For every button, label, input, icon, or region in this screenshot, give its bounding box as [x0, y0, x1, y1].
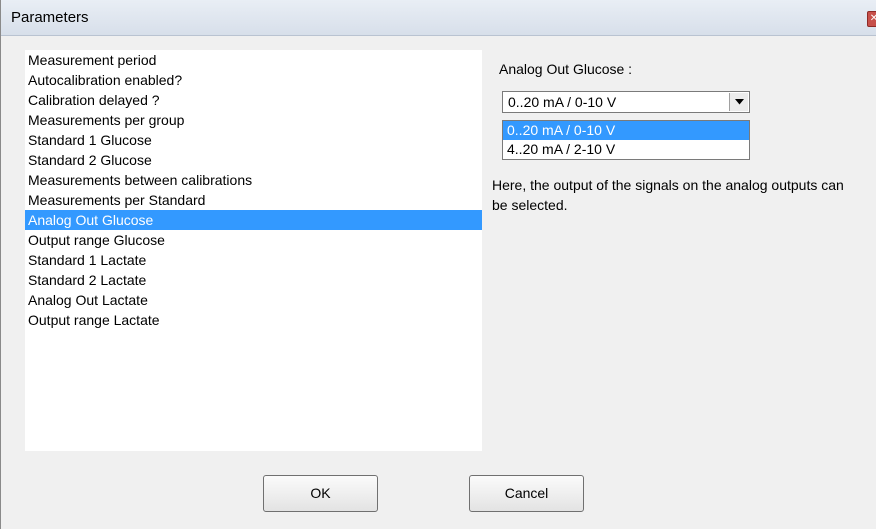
- list-item[interactable]: Standard 1 Glucose: [25, 130, 482, 150]
- list-item[interactable]: Measurements per Standard: [25, 190, 482, 210]
- list-item[interactable]: Standard 2 Glucose: [25, 150, 482, 170]
- list-item[interactable]: Output range Glucose: [25, 230, 482, 250]
- window-title: Parameters: [11, 9, 89, 26]
- combobox-value: 0..20 mA / 0-10 V: [508, 94, 617, 110]
- parameters-dialog: Parameters ✕ Measurement period Autocalib…: [0, 0, 876, 529]
- field-label: Analog Out Glucose :: [499, 61, 633, 77]
- dropdown-list[interactable]: 0..20 mA / 0-10 V 4..20 mA / 2-10 V: [502, 120, 750, 160]
- analog-out-combobox[interactable]: 0..20 mA / 0-10 V: [502, 91, 750, 113]
- cancel-button[interactable]: Cancel: [469, 475, 584, 512]
- parameter-list[interactable]: Measurement period Autocalibration enable…: [25, 50, 482, 451]
- ok-button[interactable]: OK: [263, 475, 378, 512]
- title-bar[interactable]: Parameters ✕: [1, 0, 876, 36]
- dropdown-option[interactable]: 0..20 mA / 0-10 V: [503, 121, 749, 140]
- list-item[interactable]: Output range Lactate: [25, 310, 482, 330]
- list-item[interactable]: Standard 1 Lactate: [25, 250, 482, 270]
- help-text: Here, the output of the signals on the a…: [492, 177, 844, 213]
- dropdown-arrow-button[interactable]: [729, 93, 748, 111]
- list-item[interactable]: Analog Out Glucose: [25, 210, 482, 230]
- list-item[interactable]: Measurement period: [25, 50, 482, 70]
- list-item[interactable]: Analog Out Lactate: [25, 290, 482, 310]
- chevron-down-icon: [735, 99, 744, 105]
- dropdown-option[interactable]: 4..20 mA / 2-10 V: [503, 140, 749, 159]
- list-item[interactable]: Standard 2 Lactate: [25, 270, 482, 290]
- list-item[interactable]: Calibration delayed ?: [25, 90, 482, 110]
- list-item[interactable]: Measurements between calibrations: [25, 170, 482, 190]
- close-icon[interactable]: ✕: [867, 11, 876, 27]
- list-item[interactable]: Measurements per group: [25, 110, 482, 130]
- list-item[interactable]: Autocalibration enabled?: [25, 70, 482, 90]
